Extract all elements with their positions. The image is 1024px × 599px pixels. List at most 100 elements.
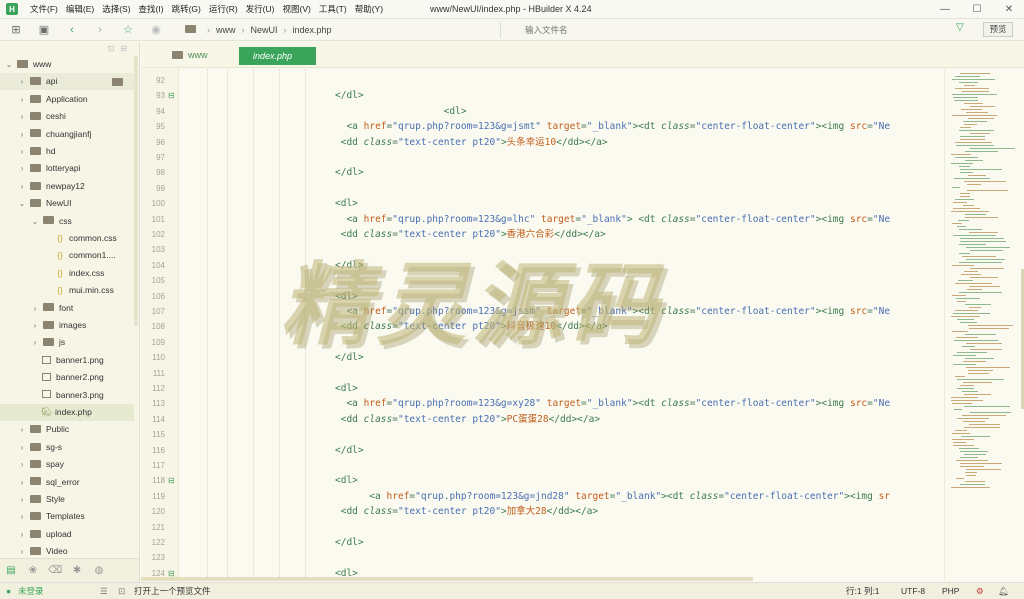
- code-line[interactable]: 111: [141, 366, 944, 381]
- terminal-icon[interactable]: ⊡: [118, 583, 125, 599]
- tree-item[interactable]: {} common.css: [0, 230, 134, 247]
- menu-edit[interactable]: 编辑(E): [62, 0, 98, 19]
- minimap[interactable]: [944, 69, 1024, 581]
- tree-item[interactable]: banner1.png: [0, 352, 134, 369]
- tree-item[interactable]: › upload: [0, 526, 134, 543]
- list-icon[interactable]: ☰: [100, 583, 108, 599]
- tree-item[interactable]: › newpay12: [0, 178, 134, 195]
- bug-icon[interactable]: ✱: [70, 564, 84, 578]
- code-line[interactable]: 93 ⊟ </dl>: [141, 88, 944, 103]
- file-encoding[interactable]: UTF-8: [901, 583, 925, 599]
- expand-arrow-icon[interactable]: ›: [17, 178, 27, 195]
- code-line[interactable]: 121: [141, 520, 944, 535]
- code-line[interactable]: 101 <a href="qrup.php?room=123&g=lhc" ta…: [141, 212, 944, 227]
- tree-item[interactable]: › font: [0, 300, 134, 317]
- status-hint[interactable]: 打开上一个预览文件: [134, 583, 211, 599]
- expand-arrow-icon[interactable]: ›: [30, 334, 40, 351]
- expand-arrow-icon[interactable]: ›: [17, 439, 27, 456]
- tree-item[interactable]: ⌄ www: [0, 56, 134, 73]
- expand-arrow-icon[interactable]: ›: [17, 143, 27, 160]
- menu-run[interactable]: 运行(R): [205, 0, 242, 19]
- tree-item[interactable]: banner2.png: [0, 369, 134, 386]
- tree-item[interactable]: › lotteryapi: [0, 160, 134, 177]
- open-folder-icon[interactable]: [112, 78, 123, 87]
- expand-arrow-icon[interactable]: ›: [17, 91, 27, 108]
- menu-help[interactable]: 帮助(Y): [351, 0, 387, 19]
- cursor-position[interactable]: 行:1 列:1: [846, 583, 880, 599]
- sidebar-actions-icon[interactable]: ⊡⊟: [108, 44, 133, 53]
- tab-index-php[interactable]: index.php: [239, 47, 316, 65]
- tree-item[interactable]: › Templates: [0, 508, 134, 525]
- expand-arrow-icon[interactable]: ›: [17, 160, 27, 177]
- expand-arrow-icon[interactable]: ⌄: [4, 56, 14, 73]
- menu-goto[interactable]: 跳转(G): [168, 0, 205, 19]
- expand-arrow-icon[interactable]: ›: [30, 317, 40, 334]
- code-line[interactable]: 100 <dl>: [141, 196, 944, 211]
- maximize-icon[interactable]: ☐: [962, 0, 992, 19]
- breadcrumb-file[interactable]: index.php: [293, 25, 332, 35]
- palette-icon[interactable]: ◍: [92, 564, 106, 578]
- code-line[interactable]: 113 <a href="qrup.php?room=123&g=xy28" t…: [141, 396, 944, 411]
- code-line[interactable]: 118 ⊟ <dl>: [141, 473, 944, 488]
- tree-item[interactable]: › hd: [0, 143, 134, 160]
- horizontal-scrollbar[interactable]: [141, 577, 753, 581]
- tree-item[interactable]: › images: [0, 317, 134, 334]
- plugin-icon[interactable]: ❀: [26, 564, 40, 578]
- tree-item[interactable]: ⌄ NewUI: [0, 195, 134, 212]
- menu-view[interactable]: 视图(V): [278, 0, 314, 19]
- code-line[interactable]: 122 </dl>: [141, 535, 944, 550]
- tree-item[interactable]: › sg-s: [0, 439, 134, 456]
- file-search-input[interactable]: [500, 22, 970, 38]
- notification-icon[interactable]: ⚙: [976, 583, 984, 599]
- code-line[interactable]: 112 <dl>: [141, 381, 944, 396]
- expand-arrow-icon[interactable]: ⌄: [17, 195, 27, 212]
- sidebar-scrollbar[interactable]: [134, 56, 138, 326]
- tree-item[interactable]: › spay: [0, 456, 134, 473]
- code-line[interactable]: 97: [141, 150, 944, 165]
- expand-arrow-icon[interactable]: ›: [17, 456, 27, 473]
- code-line[interactable]: 116 </dl>: [141, 443, 944, 458]
- tab-www[interactable]: www: [169, 50, 208, 60]
- project-manager-icon[interactable]: ▤: [4, 564, 18, 578]
- expand-arrow-icon[interactable]: ›: [30, 300, 40, 317]
- menu-select[interactable]: 选择(S): [98, 0, 134, 19]
- code-line[interactable]: 120 <dd class="text-center pt20">加拿大28</…: [141, 504, 944, 519]
- code-line[interactable]: 92: [141, 73, 944, 88]
- fold-icon[interactable]: ⊟: [168, 473, 175, 488]
- code-line[interactable]: 119 <a href="qrup.php?room=123&g=jnd28" …: [141, 489, 944, 504]
- tree-item[interactable]: › Style: [0, 491, 134, 508]
- tree-item[interactable]: › chuangjianfj: [0, 126, 134, 143]
- menu-tools[interactable]: 工具(T): [315, 0, 351, 19]
- expand-arrow-icon[interactable]: ›: [17, 73, 27, 90]
- bell-icon[interactable]: 🔔︎: [998, 583, 1009, 599]
- code-line[interactable]: 114 <dd class="text-center pt20">PC蛋蛋28<…: [141, 412, 944, 427]
- code-line[interactable]: 123: [141, 550, 944, 565]
- run-icon[interactable]: ◉: [148, 22, 164, 38]
- code-line[interactable]: 99: [141, 181, 944, 196]
- filter-icon[interactable]: ▽: [956, 22, 964, 33]
- menu-file[interactable]: 文件(F): [26, 0, 62, 19]
- fold-icon[interactable]: ⊟: [168, 88, 175, 103]
- tree-item[interactable]: banner3.png: [0, 387, 134, 404]
- language-mode[interactable]: PHP: [942, 583, 959, 599]
- tree-item[interactable]: › ceshi: [0, 108, 134, 125]
- preview-button[interactable]: 预览: [983, 22, 1013, 37]
- expand-arrow-icon[interactable]: ›: [17, 474, 27, 491]
- expand-arrow-icon[interactable]: ›: [17, 126, 27, 143]
- login-status[interactable]: 未登录: [18, 583, 44, 599]
- tree-item[interactable]: › Public: [0, 421, 134, 438]
- menu-publish[interactable]: 发行(U): [242, 0, 279, 19]
- expand-arrow-icon[interactable]: ›: [17, 491, 27, 508]
- tree-item[interactable]: 🐘︎ index.php: [0, 404, 134, 421]
- expand-arrow-icon[interactable]: ›: [17, 526, 27, 543]
- tree-item[interactable]: › Application: [0, 91, 134, 108]
- new-file-icon[interactable]: ⊞: [8, 22, 24, 38]
- breadcrumb-www[interactable]: www: [216, 25, 236, 35]
- close-icon[interactable]: ✕: [994, 0, 1024, 19]
- code-line[interactable]: 96 <dd class="text-center pt20">头条幸运10</…: [141, 135, 944, 150]
- breadcrumb-newui[interactable]: NewUI: [251, 25, 278, 35]
- menu-find[interactable]: 查找(I): [135, 0, 168, 19]
- expand-arrow-icon[interactable]: ›: [17, 508, 27, 525]
- expand-arrow-icon[interactable]: ›: [17, 108, 27, 125]
- tree-item[interactable]: {} index.css: [0, 265, 134, 282]
